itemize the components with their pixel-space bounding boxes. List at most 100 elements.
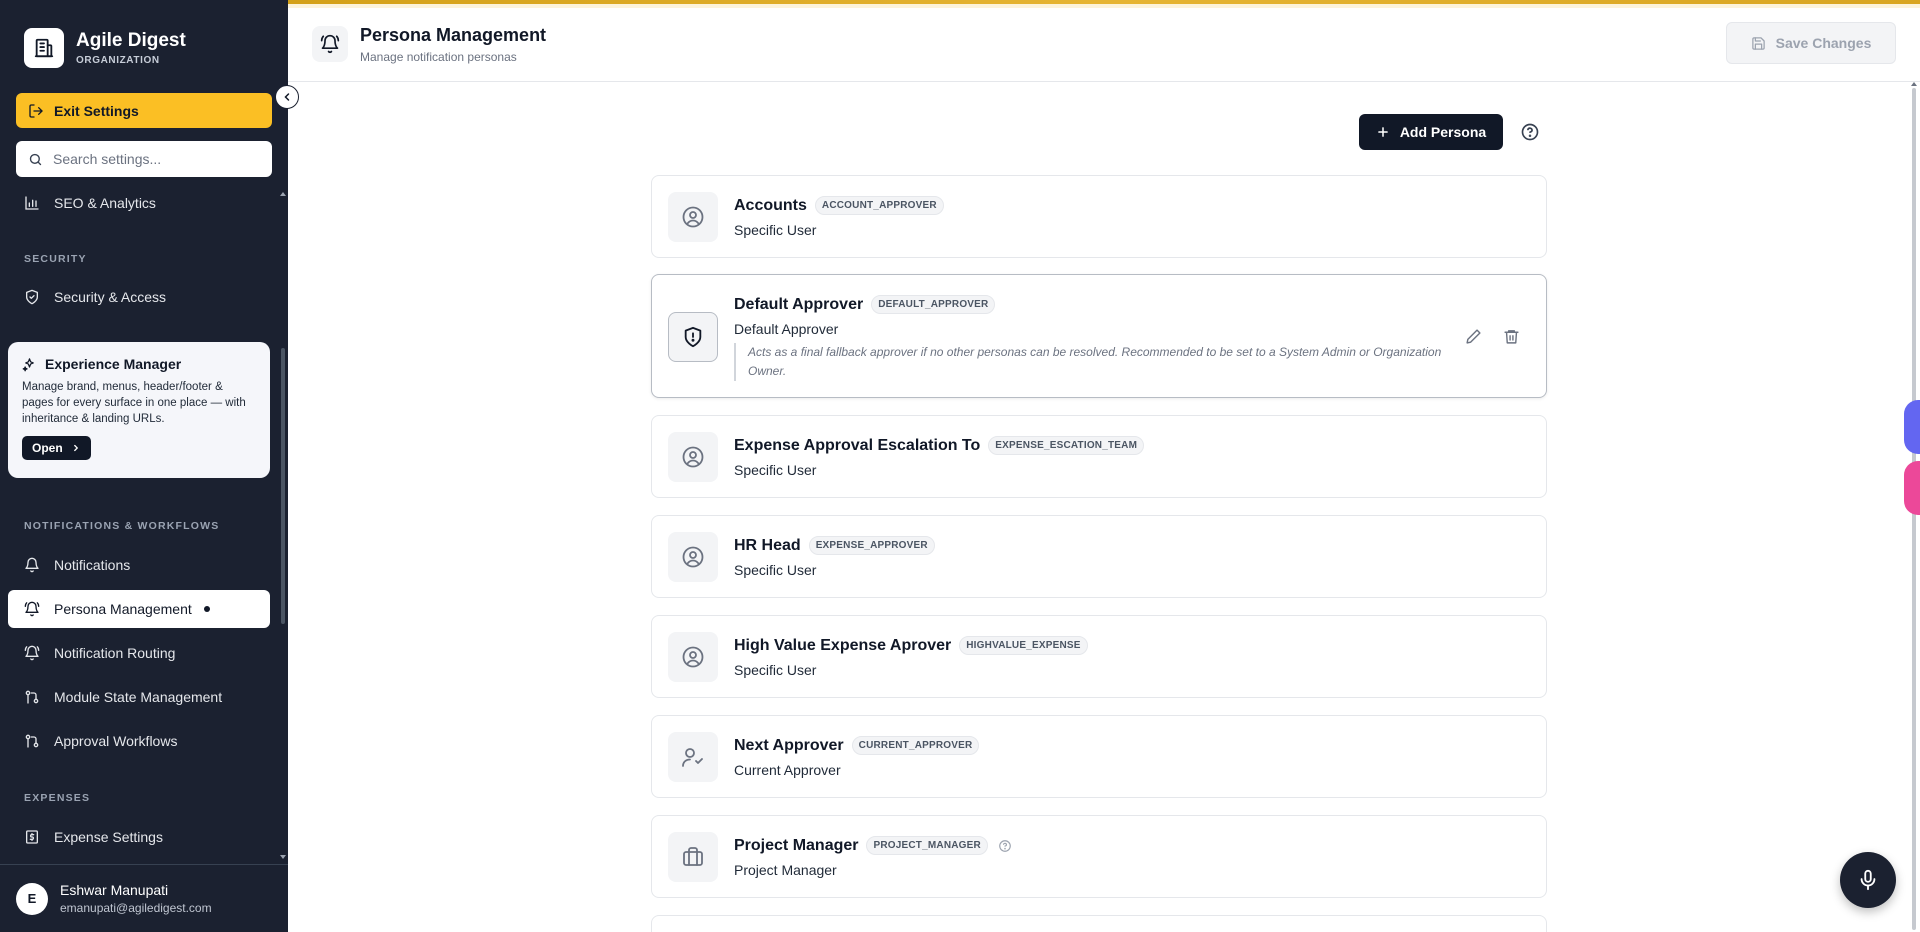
chevron-right-icon bbox=[73, 444, 78, 452]
edit-persona-button[interactable] bbox=[1462, 325, 1484, 347]
save-icon bbox=[1751, 36, 1765, 50]
persona-name: Next Approver bbox=[734, 736, 844, 754]
sidebar-item-label: Notification Routing bbox=[54, 645, 176, 661]
help-circle-icon[interactable] bbox=[998, 839, 1012, 853]
page-header: Persona Management Manage notification p… bbox=[288, 8, 1920, 82]
main-scroll-up[interactable] bbox=[1911, 82, 1917, 86]
sidebar-item-expense-settings[interactable]: Expense Settings bbox=[8, 818, 270, 856]
settings-search[interactable] bbox=[16, 141, 272, 177]
user-circle-icon bbox=[668, 432, 718, 482]
persona-card-accounts[interactable]: Accounts ACCOUNT_APPROVER Specific User bbox=[651, 175, 1547, 258]
persona-card-hr-head[interactable]: HR Head EXPENSE_APPROVER Specific User bbox=[651, 515, 1547, 598]
search-icon bbox=[29, 153, 42, 165]
persona-name: High Value Expense Aprover bbox=[734, 636, 952, 654]
sidebar-scrollbar[interactable] bbox=[281, 348, 285, 624]
persona-code-badge: EXPENSE_APPROVER bbox=[808, 536, 935, 555]
receipt-dollar-icon bbox=[26, 830, 38, 844]
sidebar-item-label: Persona Management bbox=[54, 601, 192, 617]
user-profile[interactable]: E Eshwar Manupati emanupati@agiledigest.… bbox=[0, 864, 288, 932]
sidebar-item-label: SEO & Analytics bbox=[54, 195, 156, 211]
persona-name: HR Head bbox=[734, 536, 801, 554]
chevron-left-icon bbox=[284, 93, 290, 101]
exit-settings-label: Exit Settings bbox=[54, 102, 139, 119]
floating-side-tab[interactable] bbox=[1904, 461, 1920, 515]
section-label-security: SECURITY bbox=[24, 253, 87, 265]
microphone-icon bbox=[1860, 869, 1876, 891]
floating-side-tab[interactable] bbox=[1904, 400, 1920, 454]
brand[interactable]: Agile Digest ORGANIZATION bbox=[24, 28, 186, 68]
git-pull-request-icon bbox=[25, 734, 39, 748]
sparkles-icon bbox=[22, 357, 34, 371]
page-title: Persona Management bbox=[360, 25, 547, 45]
search-input[interactable] bbox=[53, 151, 253, 167]
promo-description: Manage brand, menus, header/footer & pag… bbox=[22, 381, 246, 425]
persona-code-badge: CURRENT_APPROVER bbox=[851, 736, 980, 755]
bell-icon bbox=[25, 557, 39, 573]
persona-type: Current Approver bbox=[734, 762, 841, 778]
persona-type: Specific User bbox=[734, 562, 817, 578]
persona-card-expense-approval-escalation[interactable]: Expense Approval Escalation To EXPENSE_E… bbox=[651, 415, 1547, 498]
bell-ring-icon bbox=[24, 645, 40, 661]
page-subtitle: Manage notification personas bbox=[360, 50, 517, 64]
persona-card-partial[interactable] bbox=[651, 915, 1547, 932]
pencil-icon bbox=[1465, 328, 1481, 344]
shield-check-icon bbox=[26, 289, 38, 305]
sidebar-item-approval-workflows[interactable]: Approval Workflows bbox=[8, 722, 270, 760]
sidebar: Agile Digest ORGANIZATION Exit Settings … bbox=[0, 0, 288, 932]
save-changes-label: Save Changes bbox=[1775, 35, 1872, 51]
persona-card-default-approver[interactable]: Default Approver DEFAULT_APPROVER Defaul… bbox=[651, 274, 1547, 398]
log-out-icon bbox=[29, 103, 43, 118]
user-check-icon bbox=[668, 732, 718, 782]
promo-open-button[interactable]: Open bbox=[22, 436, 91, 460]
sidebar-item-label: Approval Workflows bbox=[54, 733, 178, 749]
user-email: emanupati@agiledigest.com bbox=[60, 901, 212, 915]
bell-ring-icon bbox=[312, 26, 348, 62]
section-label-expenses: EXPENSES bbox=[24, 792, 91, 804]
briefcase-icon bbox=[668, 832, 718, 882]
shield-alert-icon bbox=[668, 312, 718, 362]
persona-type: Default Approver bbox=[734, 321, 839, 337]
bell-ring-icon bbox=[24, 601, 40, 617]
persona-type: Project Manager bbox=[734, 862, 837, 878]
sidebar-item-notification-routing[interactable]: Notification Routing bbox=[8, 634, 270, 672]
sidebar-item-persona-management[interactable]: Persona Management bbox=[8, 590, 270, 628]
persona-name: Project Manager bbox=[734, 836, 859, 854]
active-indicator-dot bbox=[203, 606, 210, 612]
voice-assistant-button[interactable] bbox=[1840, 852, 1896, 908]
sidebar-item-notifications[interactable]: Notifications bbox=[8, 546, 270, 584]
sidebar-item-seo-analytics[interactable]: SEO & Analytics bbox=[8, 184, 270, 222]
persona-code-badge: ACCOUNT_APPROVER bbox=[814, 196, 944, 215]
user-circle-icon bbox=[668, 532, 718, 582]
help-circle-icon[interactable] bbox=[1518, 120, 1542, 144]
sidebar-item-label: Module State Management bbox=[54, 689, 223, 705]
sidebar-item-security-access[interactable]: Security & Access bbox=[8, 278, 270, 316]
promo-open-label: Open bbox=[32, 441, 63, 455]
user-circle-icon bbox=[668, 632, 718, 682]
collapse-sidebar-button[interactable] bbox=[275, 85, 299, 109]
persona-name: Default Approver bbox=[734, 295, 864, 313]
add-persona-button[interactable]: Add Persona bbox=[1359, 114, 1503, 150]
sidebar-scroll-up[interactable] bbox=[280, 192, 286, 196]
brand-subtitle: ORGANIZATION bbox=[76, 55, 160, 66]
persona-code-badge: EXPENSE_ESCATION_TEAM bbox=[988, 436, 1145, 455]
building-icon bbox=[24, 28, 64, 68]
delete-persona-button[interactable] bbox=[1500, 325, 1522, 347]
persona-card-project-manager[interactable]: Project Manager PROJECT_MANAGER Project … bbox=[651, 815, 1547, 898]
persona-code-badge: HIGHVALUE_EXPENSE bbox=[959, 636, 1088, 655]
sidebar-scroll-down[interactable] bbox=[280, 855, 286, 859]
persona-name: Expense Approval Escalation To bbox=[734, 436, 981, 454]
persona-code-badge: DEFAULT_APPROVER bbox=[871, 295, 996, 314]
git-pull-request-icon bbox=[25, 690, 39, 704]
persona-description: Acts as a final fallback approver if no … bbox=[734, 343, 1454, 381]
persona-name: Accounts bbox=[734, 196, 807, 214]
sidebar-item-label: Expense Settings bbox=[54, 829, 163, 845]
persona-card-high-value-expense[interactable]: High Value Expense Aprover HIGHVALUE_EXP… bbox=[651, 615, 1547, 698]
plus-icon bbox=[1377, 127, 1388, 137]
avatar: E bbox=[16, 882, 48, 915]
user-name: Eshwar Manupati bbox=[60, 882, 169, 898]
persona-card-next-approver[interactable]: Next Approver CURRENT_APPROVER Current A… bbox=[651, 715, 1547, 798]
persona-type: Specific User bbox=[734, 662, 817, 678]
exit-settings-button[interactable]: Exit Settings bbox=[16, 93, 272, 128]
save-changes-button[interactable]: Save Changes bbox=[1726, 22, 1896, 64]
sidebar-item-module-state-management[interactable]: Module State Management bbox=[8, 678, 270, 716]
